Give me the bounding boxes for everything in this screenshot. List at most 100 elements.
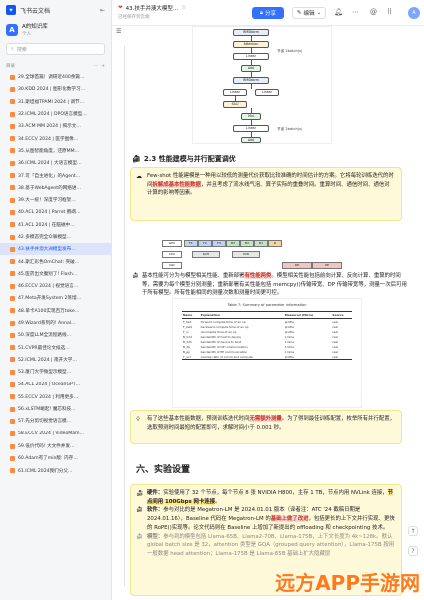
more-options-icon[interactable]: ⋯: [352, 8, 359, 16]
doc-icon: [10, 431, 15, 437]
doc-icon: [10, 320, 15, 326]
model-paragraph: 🍰︎ 模型：参与到的模型包括 Llama-65B、Llama2-70B、Llam…: [136, 533, 395, 559]
sidebar-item[interactable]: 56.xLSTM崛起! 魔芯科技…: [0, 403, 111, 415]
sidebar-item[interactable]: 29.全球首篇！调研近400余篇…: [0, 71, 111, 83]
cake-icon: 🍰︎: [136, 507, 143, 514]
diagram-arrow: [251, 84, 252, 89]
sidebar-item[interactable]: 36.ICML 2024 | 大语言模型…: [0, 157, 111, 169]
sidebar-item-label: 39.大一统！深度学习框架…: [18, 198, 76, 204]
sidebar-item[interactable]: 46.ECCV 2024 | 视觉语言…: [0, 280, 111, 292]
workspace-name: A的知识库: [22, 23, 48, 30]
user-avatar[interactable]: A: [408, 7, 420, 19]
sidebar-item-label: 34.ECCV 2024 | 医学图像…: [18, 136, 79, 142]
sidebar-item[interactable]: 35.从图智能角度，还原MM…: [0, 145, 111, 157]
sidebar-search-input[interactable]: ⌕ 搜索: [6, 43, 105, 55]
sidebar-item-label: 53.厦门大学微型示模型…: [18, 370, 72, 376]
doc-icon: [10, 222, 15, 228]
sidebar-item[interactable]: 38.基于WebAgent的网络进…: [0, 182, 111, 194]
sidebar-item[interactable]: 55.ECCV 2024 | 利用更多…: [0, 391, 111, 403]
doc-emoji-icon: ❤: [118, 5, 123, 11]
diagram-node: Linear: [223, 89, 247, 96]
bulb-icon: 💡︎: [136, 416, 141, 423]
sidebar-item[interactable]: 61.ICML 2024我们分父…: [0, 465, 111, 477]
help-button[interactable]: ?: [408, 546, 418, 556]
doc-icon: [10, 123, 15, 129]
doc-icon: [10, 468, 15, 474]
paragraph-highlight: 有性能两类: [244, 273, 272, 279]
doc-icon: [10, 111, 15, 117]
sidebar-item[interactable]: 60.Adam有了min版: 内存…: [0, 452, 111, 464]
sidebar-item[interactable]: 41.ACL 2024 | 在脑磁中…: [0, 219, 111, 231]
callout-performance-modeling: ☁ Few-shot 性能建模是一种用以较低的测量代价获取比较准确的时间估计的方…: [130, 167, 402, 221]
sidebar-item[interactable]: 52.ICML 2024 | 南开大学…: [0, 354, 111, 366]
paragraph-text: 基本性能可分为与模型相关性能、重新部署: [142, 273, 245, 279]
heading-text: 2.3 性能建模与并行配置调优: [143, 155, 236, 163]
timeline-block: F2: [198, 240, 212, 247]
sidebar-item[interactable]: 58.ECCV 2024 | VideoMam…: [0, 428, 111, 440]
sidebar-item[interactable]: 31.斯坦福TPAMI 2024 | 调节…: [0, 96, 111, 108]
app-logo-icon: ✦: [6, 5, 16, 15]
sidebar-item[interactable]: 37.可「自主进化」的Agent…: [0, 169, 111, 181]
sidebar-item-label: 31.斯坦福TPAMI 2024 | 调节…: [18, 99, 85, 105]
edit-mode-button[interactable]: ✎ 编辑 ⌄: [292, 7, 326, 19]
timeline-block: B3: [226, 240, 240, 247]
sidebar: ✦ 飞书云文档 ⇤ A A的知识库 个人 ⌕ 搜索 目录 ⋯ + 29.全球首篇…: [0, 0, 112, 600]
sidebar-item[interactable]: 39.大一统！深度学习框架…: [0, 194, 111, 206]
sidebar-item[interactable]: 34.ECCV 2024 | 医学图像…: [0, 132, 111, 144]
sidebar-item[interactable]: 43.扶手并澳大洲模型发布…: [0, 243, 111, 256]
sidebar-item[interactable]: 44.斯汇彩色OmChat: 突破…: [0, 255, 111, 267]
sidebar-item[interactable]: 40.ACL 2024 | Parrot 鹦鹉…: [0, 206, 111, 218]
doc-title-text: 43.扶手并澳大模型…: [125, 6, 179, 12]
doc-icon: [10, 332, 15, 338]
diagram-node: Linear: [255, 89, 279, 96]
star-icon[interactable]: ☆: [181, 5, 186, 11]
sidebar-item[interactable]: 42.多模态完全众联模型…: [0, 231, 111, 243]
timeline-label: CPU: [162, 251, 182, 258]
doc-icon: [10, 271, 15, 277]
sidebar-item-label: 59.低价代码! 大文件并发…: [18, 444, 75, 450]
section-heading-2-3: 🍰︎ 2.3 性能建模与并行配置调优: [132, 154, 236, 164]
doc-icon: [10, 369, 15, 375]
collapse-sidebar-icon[interactable]: ⇤: [100, 7, 105, 14]
add-icon[interactable]: +: [101, 64, 105, 69]
workspace-switcher[interactable]: A A的知识库 个人: [0, 20, 111, 40]
doc-icon: [10, 345, 15, 351]
sidebar-item[interactable]: 50.深度LLM全流程路线…: [0, 329, 111, 341]
sidebar-item[interactable]: 57.先分剪切视觉语言模…: [0, 415, 111, 427]
apps-icon[interactable]: ⠿: [387, 8, 392, 16]
sidebar-item[interactable]: 54.ACL 2024 | OceanGPT…: [0, 378, 111, 390]
outline-toggle-icon[interactable]: ☰: [116, 28, 121, 35]
table-caption: Table 7: Summary of parameter informatio…: [227, 303, 307, 307]
sidebar-item[interactable]: 53.厦门大学微型示模型…: [0, 366, 111, 378]
sidebar-item-label: 60.Adam有了min版: 内存…: [18, 456, 78, 462]
sidebar-item[interactable]: 30.KDD 2024 | 图形化数学习…: [0, 83, 111, 95]
sidebar-item[interactable]: 51.CVPR最佳论文候选…: [0, 342, 111, 354]
mention-icon[interactable]: @: [370, 8, 377, 16]
more-icon[interactable]: ⋯: [94, 64, 99, 69]
callout-text: ，并且考虑了流水线气泡、算子实际的重叠时间。: [200, 181, 320, 188]
sidebar-item[interactable]: 48.单卡A100实现百万toke…: [0, 305, 111, 317]
sidebar-item[interactable]: 47.Meta开发System 2蒸馏…: [0, 292, 111, 304]
doc-icon: [10, 160, 15, 166]
scroll-top-button[interactable]: ↑: [408, 526, 418, 536]
sidebar-item-label: 36.ICML 2024 | 大语言模型…: [18, 161, 82, 167]
sidebar-item-label: 35.从图智能角度，还原MM…: [18, 148, 80, 154]
doc-icon: [10, 394, 15, 400]
paragraph-text: 参与到的模型包括 Llama-65B、Llama2-70B、Llama-175B…: [147, 533, 395, 557]
sidebar-item[interactable]: 59.低价代码! 大文件并发…: [0, 440, 111, 452]
doc-icon: [10, 136, 15, 142]
sidebar-item[interactable]: 49.Wizard系列的! Annal…: [0, 317, 111, 329]
table-cell: overlap ratio of comm and compute: [199, 354, 284, 360]
timeline-block: PP: [312, 262, 342, 269]
share-button[interactable]: 🔒︎ 分享: [252, 7, 284, 19]
table-header: Source: [331, 311, 352, 319]
hardware-label: 硬件：: [147, 490, 164, 496]
sidebar-item[interactable]: 45.医药出文腹别了! Flash…: [0, 268, 111, 280]
doc-icon: [10, 185, 15, 191]
timeline-block: F3: [212, 240, 226, 247]
callout-prediction-note: 💡︎ 有了这些基本性能数据，预测训练迭代时间无需额外测量。为了得到最佳训练配置，…: [130, 410, 402, 444]
sidebar-item[interactable]: 32.ICML 2024 | DPO语言模型…: [0, 108, 111, 120]
sidebar-item[interactable]: 33.ACM MM 2024 | 揭示文…: [0, 120, 111, 132]
doc-icon: [10, 406, 15, 412]
notification-icon[interactable]: 🔔︎: [334, 8, 343, 16]
